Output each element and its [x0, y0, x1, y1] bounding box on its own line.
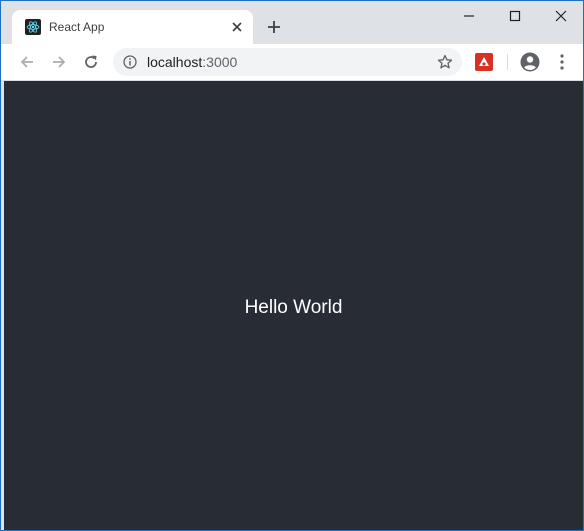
- tab-title: React App: [49, 20, 105, 34]
- tab-strip: React App: [1, 1, 583, 44]
- address-bar[interactable]: localhost:3000: [113, 48, 462, 76]
- extension-icon[interactable]: [475, 53, 493, 71]
- tab-react-app[interactable]: React App: [12, 10, 253, 44]
- forward-arrow-icon[interactable]: [47, 50, 71, 74]
- star-icon[interactable]: [436, 53, 454, 71]
- kebab-menu-icon[interactable]: [552, 50, 572, 74]
- back-arrow-icon[interactable]: [15, 50, 39, 74]
- maximize-icon[interactable]: [504, 5, 526, 27]
- browser-toolbar: localhost:3000: [1, 44, 583, 81]
- tab-close-icon[interactable]: [229, 19, 245, 35]
- new-tab-plus-icon[interactable]: [263, 16, 285, 38]
- page-content: Hello World: [4, 81, 583, 530]
- account-circle-icon[interactable]: [518, 50, 542, 74]
- reload-icon[interactable]: [79, 50, 103, 74]
- url-port: :3000: [202, 54, 238, 70]
- toolbar-divider: [507, 54, 508, 70]
- react-logo-icon: [25, 19, 41, 35]
- address-url[interactable]: localhost:3000: [147, 54, 237, 70]
- info-icon[interactable]: [122, 54, 138, 70]
- close-icon[interactable]: [550, 5, 572, 27]
- url-host: localhost: [147, 54, 203, 70]
- minimize-icon[interactable]: [458, 5, 480, 27]
- browser-window: React App localhost:3000 Hello World: [0, 0, 584, 531]
- hello-world-text: Hello World: [244, 297, 343, 318]
